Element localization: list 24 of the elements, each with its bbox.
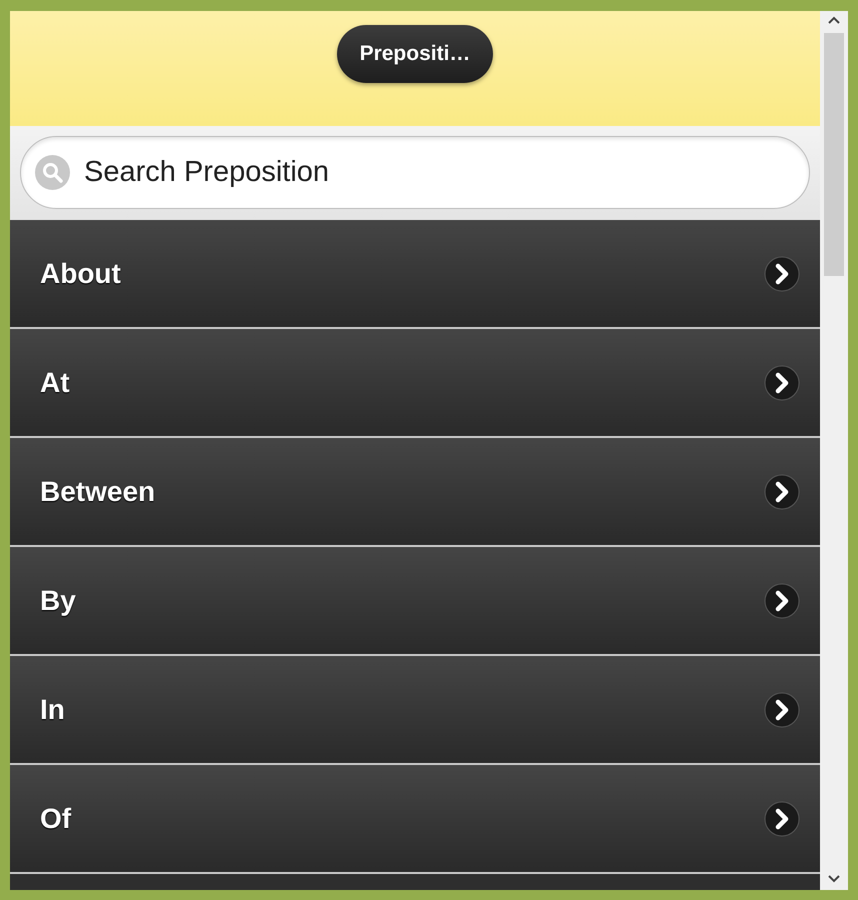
chevron-right-icon bbox=[764, 364, 800, 400]
scroll-down-icon[interactable] bbox=[827, 874, 841, 884]
list-item[interactable]: About bbox=[10, 220, 820, 329]
chevron-right-icon bbox=[764, 474, 800, 510]
list-item[interactable]: In bbox=[10, 656, 820, 765]
chevron-right-icon bbox=[764, 692, 800, 728]
item-label: At bbox=[40, 366, 70, 400]
item-label: Between bbox=[40, 474, 156, 508]
list-item[interactable]: At bbox=[10, 329, 820, 438]
item-label: About bbox=[40, 256, 121, 290]
title-button[interactable]: Prepositi… bbox=[336, 25, 494, 83]
item-label: Of bbox=[40, 802, 72, 836]
search-icon bbox=[35, 155, 70, 190]
scroll-up-icon[interactable] bbox=[827, 15, 841, 25]
chevron-right-icon bbox=[764, 582, 800, 618]
list-item[interactable]: By bbox=[10, 547, 820, 656]
scrollbar-thumb[interactable] bbox=[824, 33, 844, 276]
item-label: In bbox=[40, 692, 65, 726]
list-item[interactable]: Of bbox=[10, 765, 820, 874]
search-field[interactable]: Search Preposition bbox=[20, 136, 810, 209]
list-item[interactable]: Between bbox=[10, 438, 820, 547]
chevron-right-icon bbox=[764, 800, 800, 836]
item-label: By bbox=[40, 584, 76, 618]
chevron-right-icon bbox=[764, 256, 800, 292]
